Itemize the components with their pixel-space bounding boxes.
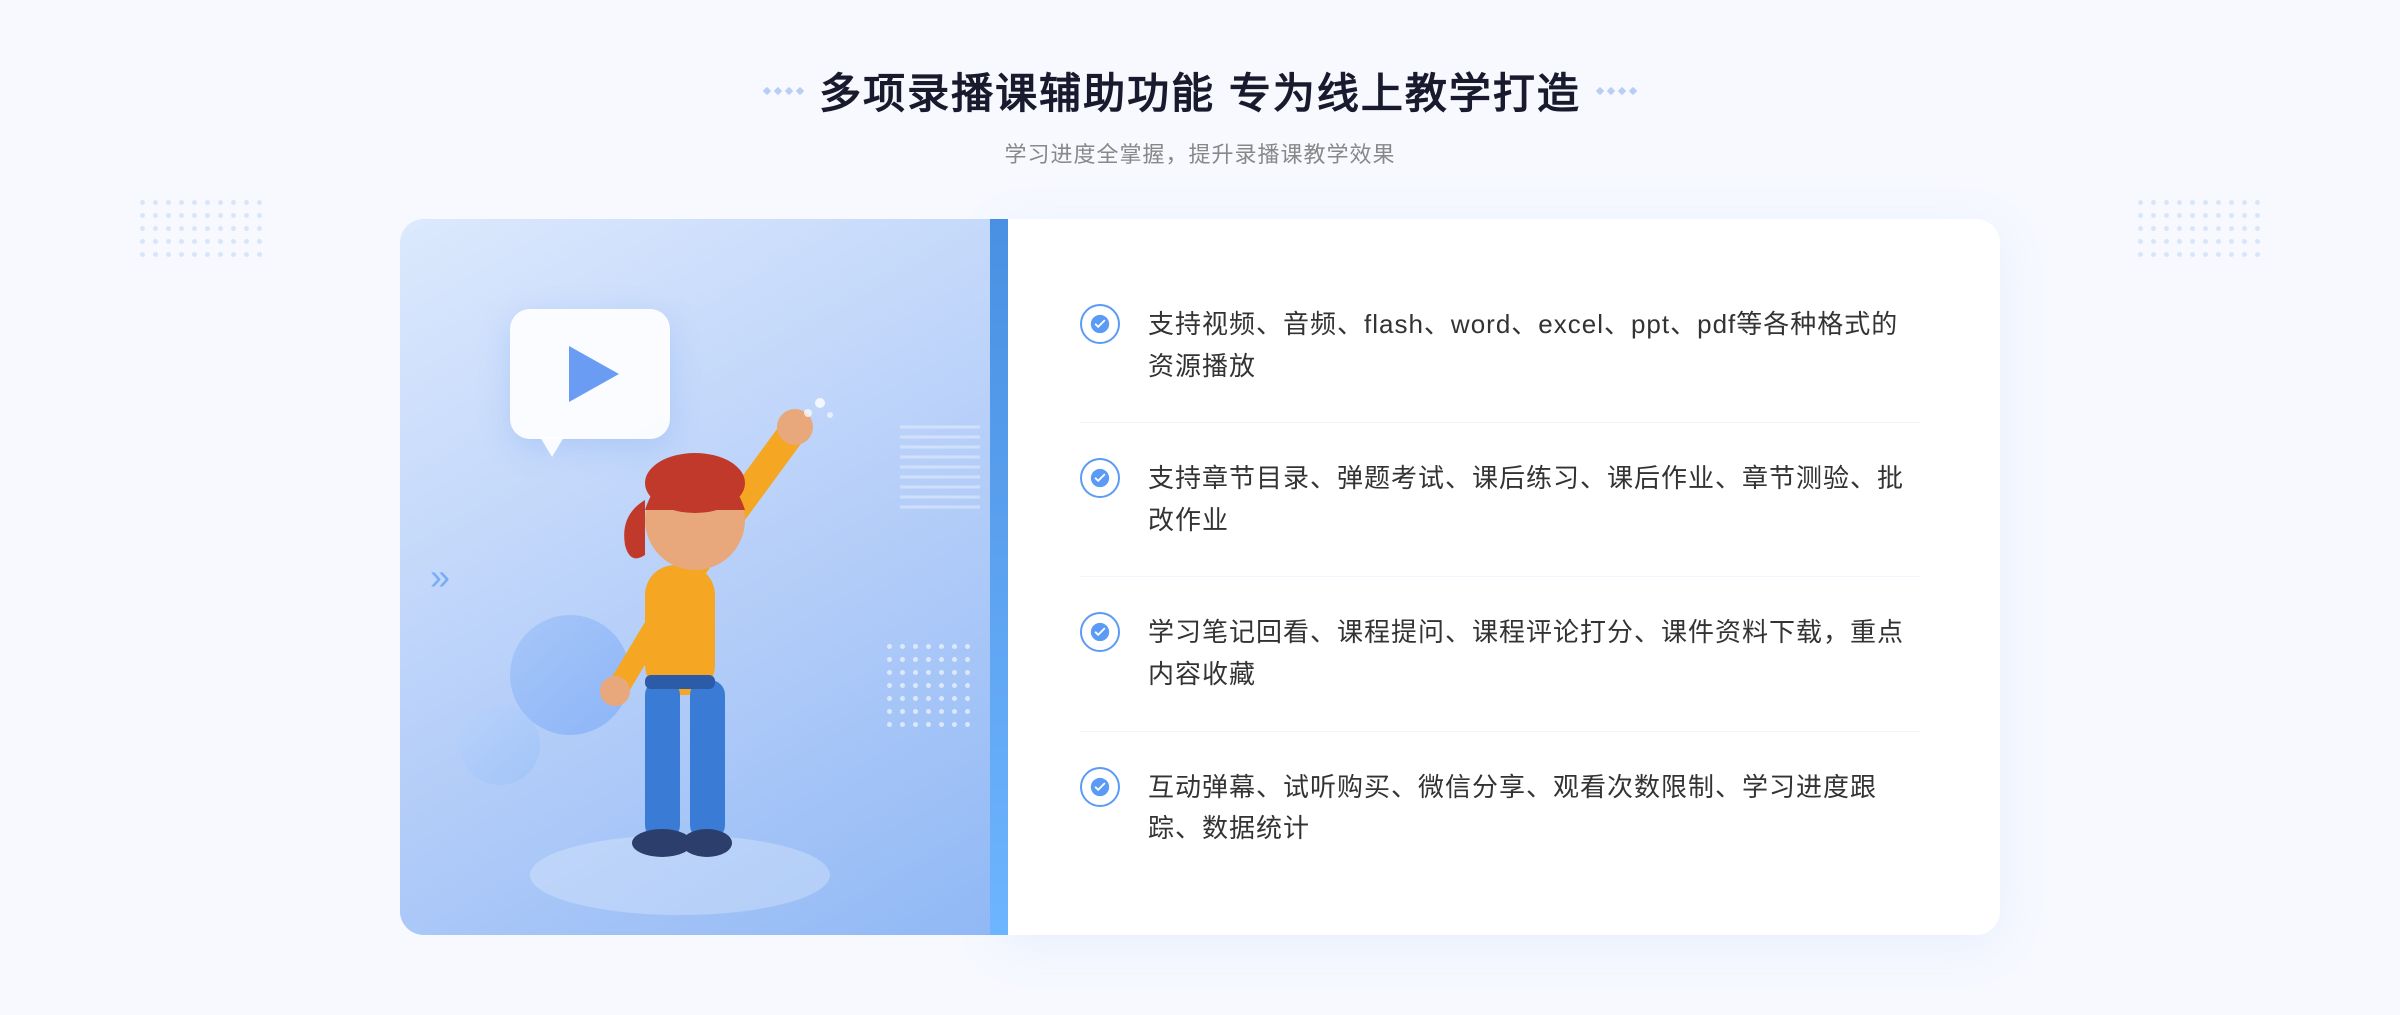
title-decoration-left — [764, 88, 803, 94]
header-section: 多项录播课辅助功能 专为线上教学打造 学习进度全掌握，提升录播课教学效果 — [764, 60, 1636, 169]
feature-text-3: 学习笔记回看、课程提问、课程评论打分、课件资料下载，重点内容收藏 — [1148, 612, 1920, 695]
check-icon-1 — [1080, 304, 1120, 344]
page-title: 多项录播课辅助功能 专为线上教学打造 — [819, 60, 1581, 121]
check-icon-2 — [1080, 458, 1120, 498]
illus-dot-grid — [887, 644, 970, 735]
feature-item-2: 支持章节目录、弹题考试、课后练习、课后作业、章节测验、批改作业 — [1080, 423, 1920, 577]
check-icon-4 — [1080, 767, 1120, 807]
left-arrow-decoration: » — [430, 556, 450, 598]
bg-dots-left — [140, 200, 262, 257]
title-decoration-right — [1597, 88, 1636, 94]
features-panel: 支持视频、音频、flash、word、excel、ppt、pdf等各种格式的资源… — [1000, 219, 2000, 935]
feature-text-2: 支持章节目录、弹题考试、课后练习、课后作业、章节测验、批改作业 — [1148, 458, 1920, 541]
content-area: » — [400, 219, 2000, 935]
feature-text-4: 互动弹幕、试听购买、微信分享、观看次数限制、学习进度跟踪、数据统计 — [1148, 767, 1920, 850]
feature-item-4: 互动弹幕、试听购买、微信分享、观看次数限制、学习进度跟踪、数据统计 — [1080, 732, 1920, 885]
page-subtitle: 学习进度全掌握，提升录播课教学效果 — [764, 137, 1636, 169]
bg-dots-right — [2138, 200, 2260, 257]
person-illustration — [480, 335, 880, 935]
title-row: 多项录播课辅助功能 专为线上教学打造 — [764, 60, 1636, 121]
feature-item-3: 学习笔记回看、课程提问、课程评论打分、课件资料下载，重点内容收藏 — [1080, 577, 1920, 731]
blue-accent-bar — [990, 219, 1008, 935]
illustration-panel — [400, 219, 1000, 935]
page-container: 多项录播课辅助功能 专为线上教学打造 学习进度全掌握，提升录播课教学效果 » — [0, 0, 2400, 1015]
feature-item-1: 支持视频、音频、flash、word、excel、ppt、pdf等各种格式的资源… — [1080, 269, 1920, 423]
check-icon-3 — [1080, 612, 1120, 652]
feature-text-1: 支持视频、音频、flash、word、excel、ppt、pdf等各种格式的资源… — [1148, 304, 1920, 387]
stripes-decoration — [900, 419, 980, 524]
chevron-icon: » — [430, 556, 450, 597]
